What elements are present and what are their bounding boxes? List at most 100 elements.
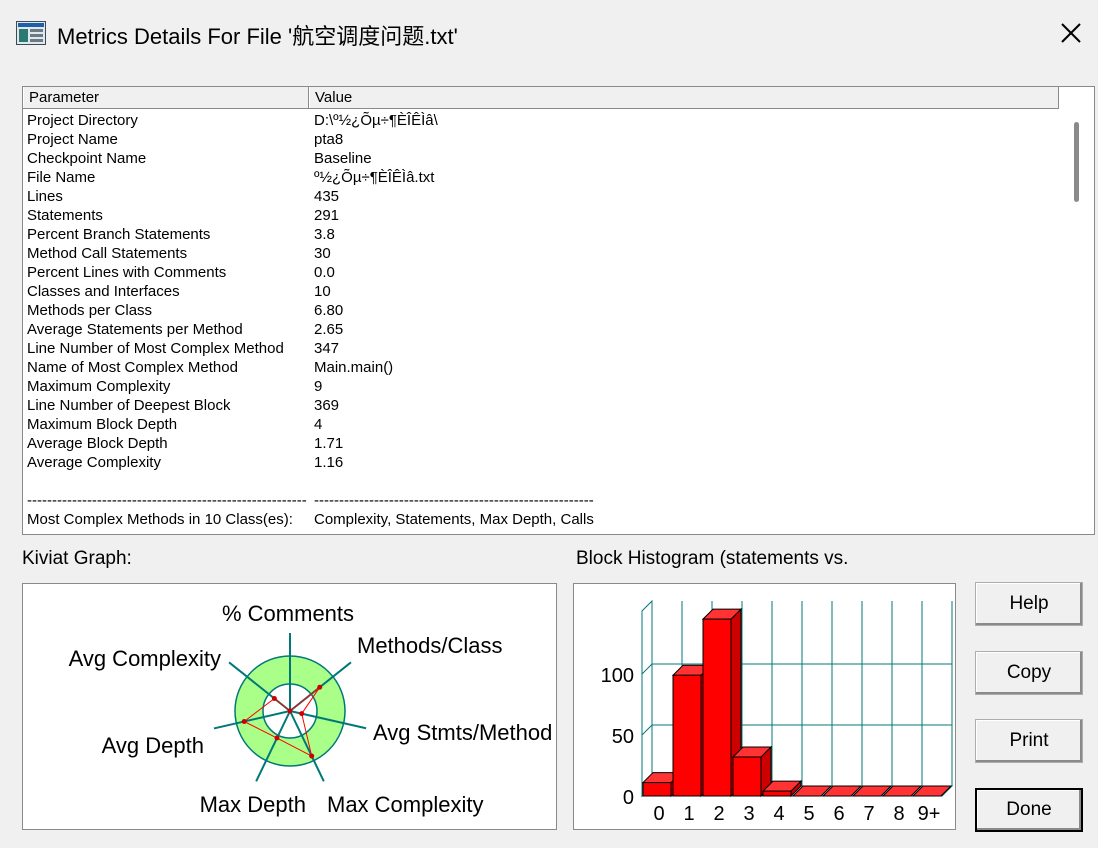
histogram-x-tick-label: 1 (683, 803, 694, 825)
histogram-bar-front (702, 618, 732, 797)
table-row[interactable]: Maximum Block Depth 4 (23, 415, 1059, 434)
histogram-x-tick-label: 5 (803, 803, 814, 825)
histogram-y-tick-label: 50 (612, 726, 634, 748)
parameter-cell: Method Call Statements (27, 245, 188, 262)
histogram-x-tick-label: 8 (893, 803, 904, 825)
copy-button[interactable]: Copy (975, 651, 1083, 695)
histogram-bar-front (762, 790, 792, 797)
histogram-x-tick-label: 4 (773, 803, 784, 825)
parameter-cell: Lines (27, 188, 63, 205)
table-row[interactable]: File Name º½¿Õµ÷¶ÈÎÊÌâ.txt (23, 168, 1059, 187)
value-cell: 30 (314, 245, 331, 262)
histogram-left-wall (641, 599, 653, 798)
value-cell: 1.71 (314, 435, 344, 452)
value-cell: 4 (314, 416, 323, 433)
histogram-x-tick-label: 6 (833, 803, 844, 825)
table-row[interactable]: Most Complex Methods in 10 Class(es): Com… (23, 510, 1059, 529)
kiviat-point (274, 735, 280, 741)
metrics-table[interactable]: Parameter Value Project Directory D:\º½¿Õ… (22, 86, 1095, 535)
close-icon[interactable] (1052, 14, 1090, 52)
histogram-bar-front (642, 782, 672, 797)
histogram-bar-front (672, 674, 702, 797)
table-row[interactable]: Maximum Complexity 9 (23, 377, 1059, 396)
scrollbar-thumb[interactable] (1074, 122, 1079, 202)
kiviat-point (299, 711, 305, 717)
table-row[interactable]: Average Complexity 1.16 (23, 453, 1059, 472)
metrics-window-icon (16, 21, 46, 45)
histogram-x-tick-label: 9+ (918, 803, 941, 825)
table-row[interactable]: Average Statements per Method 2.65 (23, 320, 1059, 339)
kiviat-point (317, 684, 323, 690)
value-cell: º½¿Õµ÷¶ÈÎÊÌâ.txt (314, 169, 435, 186)
kiviat-point (309, 753, 315, 759)
table-row[interactable]: ----------------------------------------… (23, 491, 1059, 510)
kiviat-axis-label: Max Complexity (327, 792, 483, 817)
print-button[interactable]: Print (975, 719, 1083, 763)
histogram-x-tick-label: 2 (713, 803, 724, 825)
table-row[interactable]: Line Number of Most Complex Method 347 (23, 339, 1059, 358)
kiviat-axis-label: Avg Complexity (69, 646, 221, 671)
table-row[interactable]: Average Block Depth 1.71 (23, 434, 1059, 453)
parameter-cell: Line Number of Most Complex Method (27, 340, 284, 357)
parameter-cell: Line Number of Deepest Block (27, 397, 231, 414)
parameter-cell: Checkpoint Name (27, 150, 147, 167)
value-cell: 6.80 (314, 302, 344, 319)
table-body: Project Directory D:\º½¿Õµ÷¶ÈÎÊÌâ\ Project… (23, 111, 1059, 529)
parameter-cell: ----------------------------------------… (27, 492, 307, 509)
table-row[interactable]: Line Number of Deepest Block 369 (23, 396, 1059, 415)
table-row[interactable]: Project Directory D:\º½¿Õµ÷¶ÈÎÊÌâ\ (23, 111, 1059, 130)
histogram-y-tick-label: 100 (601, 665, 634, 687)
value-cell: D:\º½¿Õµ÷¶ÈÎÊÌâ\ (314, 112, 438, 129)
table-row[interactable] (23, 472, 1059, 491)
kiviat-point (287, 708, 293, 714)
histogram-x-tick-label: 3 (743, 803, 754, 825)
table-row[interactable]: Method Call Statements 30 (23, 244, 1059, 263)
kiviat-graph-label: Kiviat Graph: (22, 548, 132, 569)
done-button[interactable]: Done (975, 788, 1083, 832)
kiviat-axis-label: Avg Stmts/Method (373, 720, 552, 745)
table-row[interactable]: Percent Lines with Comments 0.0 (23, 263, 1059, 282)
table-row[interactable]: Project Name pta8 (23, 130, 1059, 149)
help-button[interactable]: Help (975, 582, 1083, 626)
parameter-cell: Name of Most Complex Method (27, 359, 238, 376)
table-row[interactable]: Checkpoint Name Baseline (23, 149, 1059, 168)
parameter-cell: File Name (27, 169, 96, 186)
kiviat-axis-label: Max Depth (200, 792, 306, 817)
table-row[interactable]: Classes and Interfaces 10 (23, 282, 1059, 301)
value-cell: Main.main() (314, 359, 394, 376)
value-cell: Complexity, Statements, Max Depth, Calls (314, 511, 594, 528)
parameter-cell: Project Name (27, 131, 118, 148)
column-header-parameter[interactable]: Parameter (23, 87, 309, 108)
parameter-cell: Maximum Complexity (27, 378, 171, 395)
histogram-bar-front (732, 756, 762, 797)
value-cell: 435 (314, 188, 340, 205)
column-header-value[interactable]: Value (309, 87, 1059, 108)
kiviat-axis-label: Methods/Class (357, 633, 503, 658)
table-row[interactable]: Methods per Class 6.80 (23, 301, 1059, 320)
parameter-cell: Average Complexity (27, 454, 161, 471)
parameter-cell: Most Complex Methods in 10 Class(es): (27, 511, 293, 528)
value-cell: 9 (314, 378, 323, 395)
table-row[interactable]: Name of Most Complex Method Main.main() (23, 358, 1059, 377)
parameter-cell: Classes and Interfaces (27, 283, 180, 300)
value-cell: pta8 (314, 131, 344, 148)
parameter-cell: Average Statements per Method (27, 321, 243, 338)
kiviat-axis-label: % Comments (222, 601, 354, 626)
value-cell: Baseline (314, 150, 372, 167)
value-cell: 2.65 (314, 321, 344, 338)
value-cell: 1.16 (314, 454, 344, 471)
table-row[interactable]: Lines 435 (23, 187, 1059, 206)
block-histogram-panel: 0 50 100 0 1 2 3 4 5 6 7 8 9+ (573, 583, 956, 830)
parameter-cell: Percent Lines with Comments (27, 264, 227, 281)
table-header: Parameter Value (23, 87, 1059, 109)
histogram-x-tick-label: 0 (653, 803, 664, 825)
table-row[interactable]: Statements 291 (23, 206, 1059, 225)
parameter-cell: Statements (27, 207, 103, 224)
parameter-cell: Average Block Depth (27, 435, 168, 452)
title-bar: Metrics Details For File '航空调度问题.txt' (0, 0, 1098, 66)
value-cell: 3.8 (314, 226, 335, 243)
table-row[interactable]: Percent Branch Statements 3.8 (23, 225, 1059, 244)
kiviat-point (271, 696, 277, 702)
vertical-scrollbar[interactable] (1061, 87, 1094, 534)
parameter-cell: Methods per Class (27, 302, 153, 319)
